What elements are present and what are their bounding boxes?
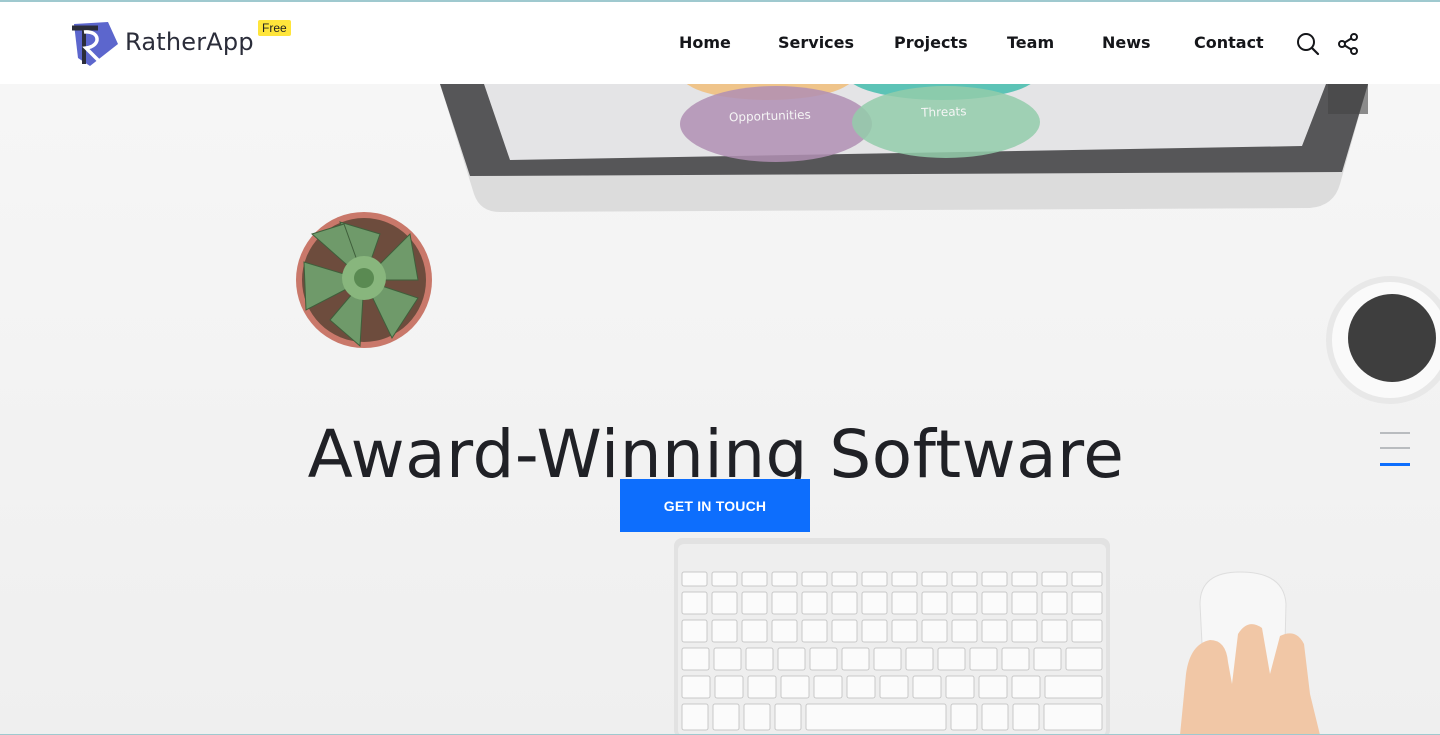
succulent-plant bbox=[296, 212, 432, 348]
screen-label-opportunities: Opportunities bbox=[729, 108, 811, 125]
screen-label-threats: Threats bbox=[920, 104, 967, 120]
brand-name: RatherApp bbox=[125, 28, 254, 56]
nav-projects[interactable]: Projects bbox=[894, 33, 968, 52]
nav-team[interactable]: Team bbox=[1007, 33, 1054, 52]
nav-home[interactable]: Home bbox=[679, 33, 731, 52]
brand-logo[interactable]: RatherApp Free bbox=[68, 18, 298, 70]
coffee-cup bbox=[1326, 276, 1440, 404]
hero-section: Opportunities Threats Award-Winning Soft… bbox=[0, 84, 1440, 735]
search-icon[interactable] bbox=[1296, 32, 1320, 56]
mouse-and-hand bbox=[1180, 571, 1320, 735]
hero-background-image: Opportunities Threats bbox=[296, 84, 1440, 735]
site-header: RatherApp Free Home Services Projects Te… bbox=[0, 2, 1440, 84]
monitor-illustration: Opportunities Threats bbox=[440, 84, 1368, 212]
nav-services[interactable]: Services bbox=[778, 33, 854, 52]
nav-news[interactable]: News bbox=[1102, 33, 1151, 52]
nav-contact[interactable]: Contact bbox=[1194, 33, 1264, 52]
hamburger-icon[interactable] bbox=[1378, 432, 1412, 468]
share-icon[interactable] bbox=[1336, 32, 1360, 56]
keyboard-illustration bbox=[674, 538, 1110, 735]
get-in-touch-button[interactable]: GET IN TOUCH bbox=[620, 479, 810, 532]
free-badge: Free bbox=[258, 20, 291, 36]
logo-mark-icon bbox=[72, 22, 118, 66]
